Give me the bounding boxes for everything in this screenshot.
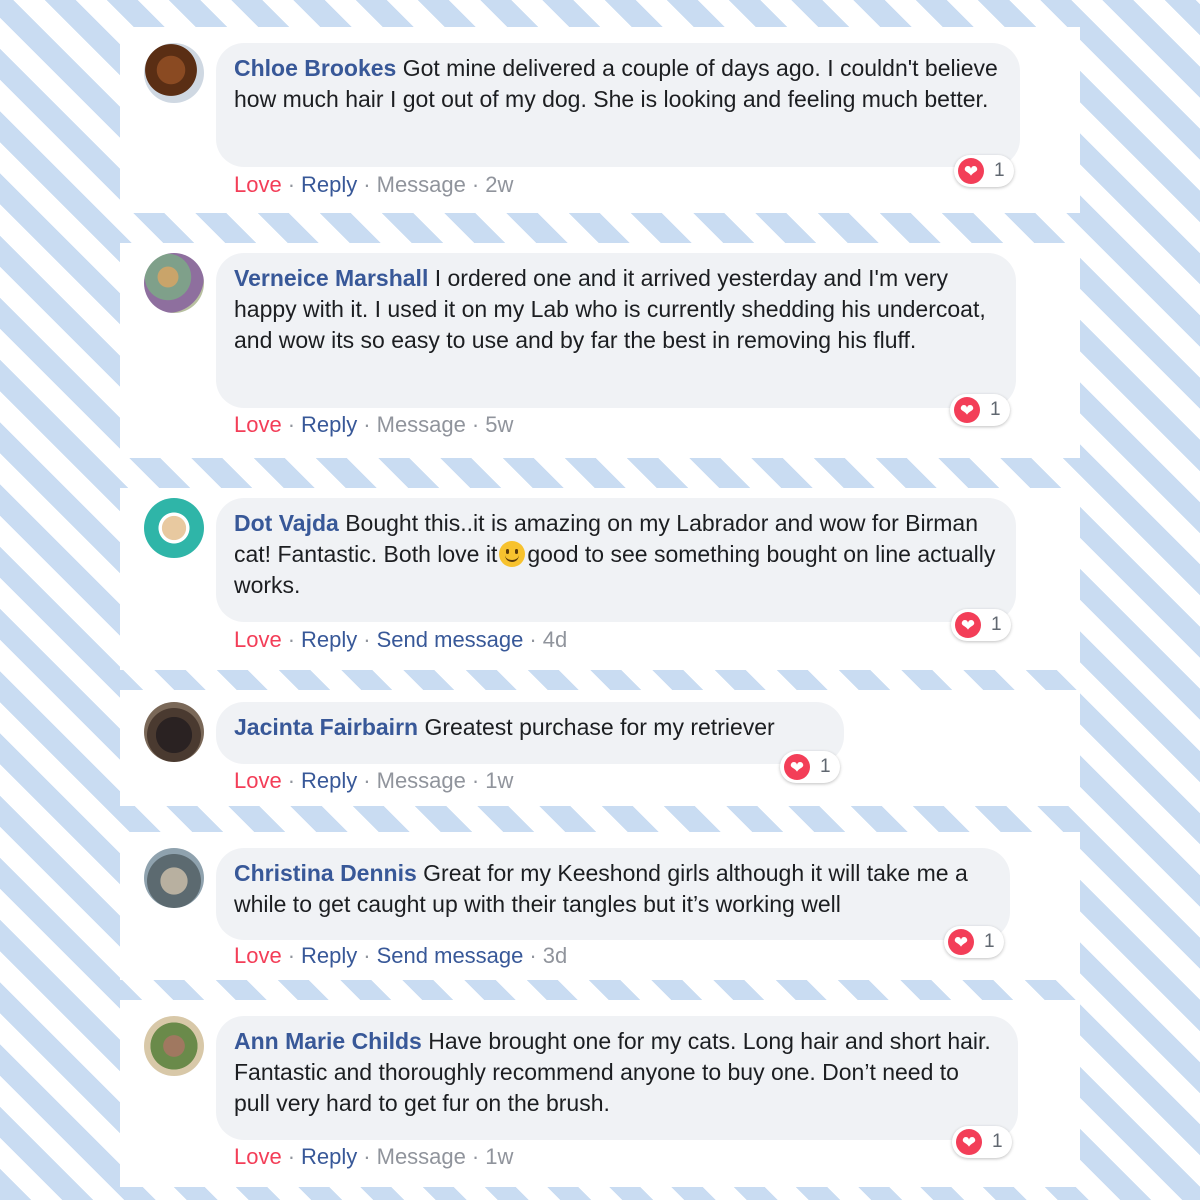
comment-bubble: Chloe Brookes Got mine delivered a coupl… [216,43,1020,167]
message-button[interactable]: Message [377,172,466,197]
love-button[interactable]: Love [234,1144,282,1169]
comment-bubble: Christina Dennis Great for my Keeshond g… [216,848,1010,940]
reaction-count[interactable]: ❤ 1 [950,394,1010,426]
heart-icon: ❤ [784,754,810,780]
comment-card: Dot Vajda Bought this..it is amazing on … [120,488,1080,670]
love-button[interactable]: Love [234,627,282,652]
comment-actions: Love · Reply · Message · 2w [234,172,514,197]
reaction-count[interactable]: ❤ 1 [952,1126,1012,1158]
comment-card: Verneice Marshall I ordered one and it a… [120,243,1080,458]
comment-bubble: Dot Vajda Bought this..it is amazing on … [216,498,1016,622]
smiling-face-icon [499,541,526,567]
avatar[interactable] [144,702,204,762]
message-button[interactable]: Message [377,412,466,437]
comment-card: Chloe Brookes Got mine delivered a coupl… [120,27,1080,213]
reaction-count[interactable]: ❤ 1 [951,609,1011,641]
reply-button[interactable]: Reply [301,943,357,968]
comment-card: Christina Dennis Great for my Keeshond g… [120,832,1080,980]
commenter-name[interactable]: Verneice Marshall [234,265,428,291]
comment-bubble: Verneice Marshall I ordered one and it a… [216,253,1016,408]
heart-icon: ❤ [958,158,984,184]
reaction-count[interactable]: ❤ 1 [780,751,840,783]
commenter-name[interactable]: Christina Dennis [234,860,417,886]
timestamp[interactable]: 5w [485,412,513,437]
timestamp[interactable]: 2w [485,172,513,197]
timestamp[interactable]: 3d [543,943,567,968]
reply-button[interactable]: Reply [301,627,357,652]
send-message-button[interactable]: Send message [377,627,524,652]
comment-actions: Love · Reply · Message · 1w [234,1144,514,1169]
commenter-name[interactable]: Jacinta Fairbairn [234,714,418,740]
comment-actions: Love · Reply · Send message · 3d [234,943,568,968]
comment-actions: Love · Reply · Message · 1w [234,768,514,793]
message-button[interactable]: Message [377,768,466,793]
commenter-name[interactable]: Dot Vajda [234,510,339,536]
comment-bubble: Ann Marie Childs Have brought one for my… [216,1016,1018,1140]
reply-button[interactable]: Reply [301,172,357,197]
timestamp[interactable]: 1w [485,1144,513,1169]
comment-bubble: Jacinta Fairbairn Greatest purchase for … [216,702,844,764]
reaction-count[interactable]: ❤ 1 [954,155,1014,187]
commenter-name[interactable]: Ann Marie Childs [234,1028,422,1054]
heart-icon: ❤ [948,929,974,955]
reply-button[interactable]: Reply [301,412,357,437]
avatar[interactable] [144,43,204,103]
love-button[interactable]: Love [234,412,282,437]
love-button[interactable]: Love [234,172,282,197]
timestamp[interactable]: 1w [485,768,513,793]
comment-card: Jacinta Fairbairn Greatest purchase for … [120,690,1080,806]
avatar[interactable] [144,1016,204,1076]
love-button[interactable]: Love [234,768,282,793]
reaction-number: 1 [992,1131,1003,1152]
avatar[interactable] [144,848,204,908]
avatar[interactable] [144,498,204,558]
timestamp[interactable]: 4d [543,627,567,652]
comment-actions: Love · Reply · Send message · 4d [234,627,568,652]
reaction-count[interactable]: ❤ 1 [944,926,1004,958]
love-button[interactable]: Love [234,943,282,968]
reaction-number: 1 [984,931,995,952]
reply-button[interactable]: Reply [301,1144,357,1169]
message-button[interactable]: Message [377,1144,466,1169]
heart-icon: ❤ [956,1129,982,1155]
reaction-number: 1 [994,160,1005,181]
reaction-number: 1 [990,399,1001,420]
heart-icon: ❤ [954,397,980,423]
reply-button[interactable]: Reply [301,768,357,793]
commenter-name[interactable]: Chloe Brookes [234,55,396,81]
comment-actions: Love · Reply · Message · 5w [234,412,514,437]
reaction-number: 1 [820,756,831,777]
send-message-button[interactable]: Send message [377,943,524,968]
reaction-number: 1 [991,614,1002,635]
comment-text: Greatest purchase for my retriever [424,714,775,740]
avatar[interactable] [144,253,204,313]
comment-card: Ann Marie Childs Have brought one for my… [120,1000,1080,1187]
heart-icon: ❤ [955,612,981,638]
